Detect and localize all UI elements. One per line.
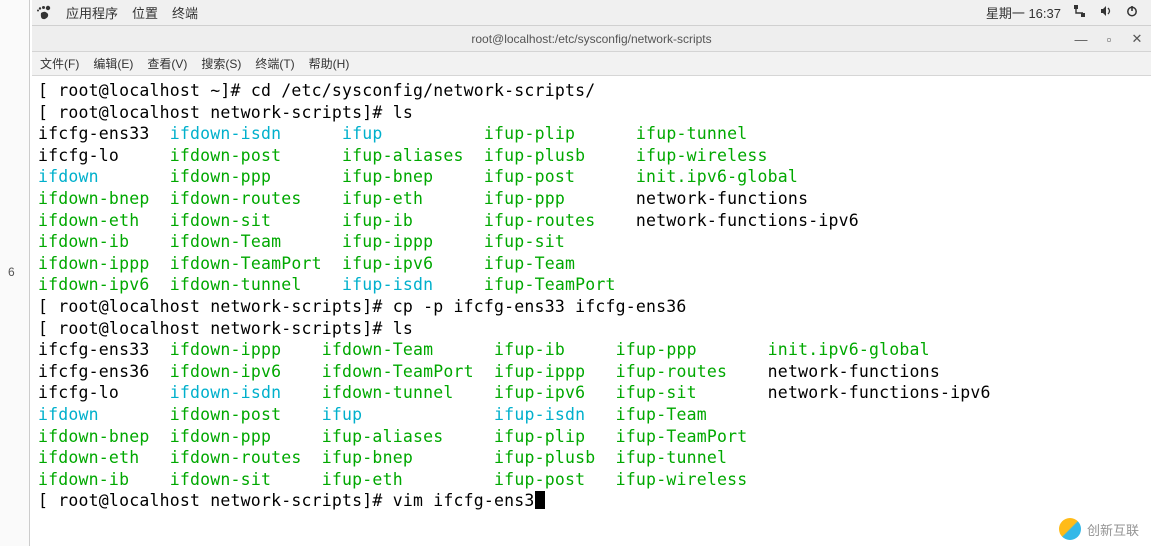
cursor-block <box>535 491 545 509</box>
cmd: cd /etc/sysconfig/network-scripts/ <box>251 81 596 100</box>
app-menubar: 文件(F) 编辑(E) 查看(V) 搜索(S) 终端(T) 帮助(H) <box>32 52 1151 76</box>
cmd: vim ifcfg-ens3 <box>393 491 535 510</box>
volume-icon[interactable] <box>1099 4 1113 21</box>
watermark: 创新互联 <box>1059 518 1139 540</box>
gnome-topbar: 应用程序 位置 终端 星期一 16:37 <box>32 0 1151 26</box>
gnome-foot-icon <box>36 5 52 21</box>
prompt: [ root@localhost network-scripts]# <box>38 491 393 510</box>
minimize-button[interactable]: — <box>1073 31 1089 47</box>
menu-search[interactable]: 搜索(S) <box>201 55 241 72</box>
editor-gutter: 6 <box>0 0 30 546</box>
prompt: [ root@localhost network-scripts]# <box>38 319 393 338</box>
maximize-button[interactable]: ▫ <box>1101 31 1117 47</box>
cmd: cp -p ifcfg-ens33 ifcfg-ens36 <box>393 297 687 316</box>
menu-view[interactable]: 查看(V) <box>147 55 187 72</box>
prompt: [ root@localhost network-scripts]# <box>38 103 393 122</box>
menu-terminal[interactable]: 终端(T) <box>255 55 294 72</box>
cmd: ls <box>393 103 413 122</box>
network-icon[interactable] <box>1073 4 1087 21</box>
window-titlebar[interactable]: root@localhost:/etc/sysconfig/network-sc… <box>32 26 1151 52</box>
power-icon[interactable] <box>1125 4 1139 21</box>
menu-file[interactable]: 文件(F) <box>40 55 79 72</box>
terminal-window: 应用程序 位置 终端 星期一 16:37 root@localhost:/etc… <box>32 0 1151 546</box>
terminal-output[interactable]: [ root@localhost ~]# cd /etc/sysconfig/n… <box>32 76 1151 514</box>
topbar-places[interactable]: 位置 <box>132 3 158 22</box>
line-number: 6 <box>8 265 15 279</box>
ls-listing-2: ifcfg-ens33 ifdown-ippp ifdown-Team ifup… <box>38 340 991 489</box>
close-button[interactable]: ✕ <box>1129 31 1145 47</box>
menu-help[interactable]: 帮助(H) <box>309 55 350 72</box>
menu-edit[interactable]: 编辑(E) <box>93 55 133 72</box>
topbar-applications[interactable]: 应用程序 <box>66 3 118 22</box>
cmd: ls <box>393 319 413 338</box>
ls-listing-1: ifcfg-ens33 ifdown-isdn ifup ifup-plip i… <box>38 124 859 294</box>
watermark-logo-icon <box>1059 518 1081 540</box>
topbar-terminal[interactable]: 终端 <box>172 3 198 22</box>
prompt: [ root@localhost ~]# <box>38 81 251 100</box>
topbar-clock[interactable]: 星期一 16:37 <box>986 3 1061 22</box>
window-title: root@localhost:/etc/sysconfig/network-sc… <box>471 32 711 46</box>
watermark-text: 创新互联 <box>1087 520 1139 539</box>
prompt: [ root@localhost network-scripts]# <box>38 297 393 316</box>
